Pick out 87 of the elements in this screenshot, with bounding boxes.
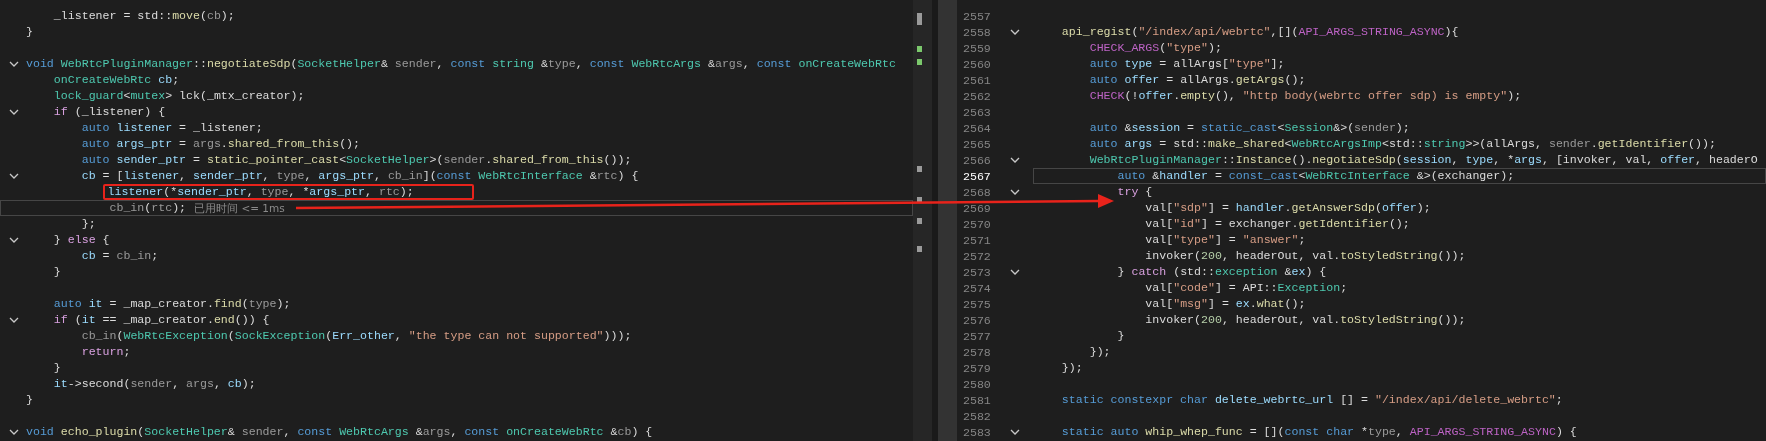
line-number: 2567 [962,169,992,183]
line-number: 2569 [962,201,992,215]
code-line: auto args_ptr = args.shared_from_this(); [81,138,361,150]
code-line: lock_guard<mutex> lck(_mtx_creator); [53,90,305,102]
fold-chevron-icon[interactable] [8,60,19,68]
line-number: 2579 [962,361,992,375]
code-line: } [1117,330,1125,342]
code-line: val["type"] = "answer"; [1145,234,1306,246]
code-line: val["sdp"] = handler.getAnswerSdp(offer); [1145,202,1431,214]
line-number: 2563 [962,105,992,119]
fold-chevron-icon[interactable] [1010,156,1020,164]
fold-chevron-icon[interactable] [8,108,19,116]
code-line: _listener = std::move(cb); [53,10,235,22]
fold-chevron-icon[interactable] [8,316,19,324]
code-line: } [53,266,61,278]
fold-chevron-icon[interactable] [1010,428,1020,436]
code-line: auto type = allArgs["type"]; [1089,58,1285,70]
code-line: auto it = _map_creator.find(type); [53,298,291,310]
code-line: val["id"] = exchanger.getIdentifier(); [1145,218,1410,230]
code-line: CHECK_ARGS("type"); [1089,42,1222,54]
line-number: 2558 [962,25,992,39]
code-line: api_regist("/index/api/webrtc",[](API_ARGS_STRING_ASYNC){ [1061,26,1459,38]
code-line: it->second(sender, args, cb); [53,378,256,390]
line-number: 2568 [962,185,992,199]
line-number: 2583 [962,425,992,439]
code-line: } [26,26,33,38]
fold-chevron-icon[interactable] [8,236,19,244]
line-number: 2580 [962,377,992,391]
line-number: 2581 [962,393,992,407]
code-line: invoker(200, headerOut, val.toStyledString()); [1145,250,1466,262]
code-line: return; [81,346,131,358]
scrollbar-markers[interactable] [913,0,932,441]
line-number: 2565 [962,137,992,151]
code-line: auto listener = _listener; [81,122,263,134]
line-number: 2557 [962,9,992,23]
code-line: } catch (std::exception &ex) { [1117,266,1327,278]
fold-chevron-icon[interactable] [8,172,19,180]
code-line: cb_in(WebRtcException(SockException(Err_other, "the type can not supported"))); [81,330,632,342]
fold-chevron-icon[interactable] [1010,188,1020,196]
line-number: 2575 [962,297,992,311]
line-number: 2561 [962,73,992,87]
code-line: static constexpr char delete_webrtc_url [] = "/index/api/delete_webrtc"; [1061,394,1563,406]
fold-chevron-icon[interactable] [1010,268,1020,276]
line-number: 2582 [962,409,992,423]
line-number: 2573 [962,265,992,279]
code-line: }); [1089,346,1111,358]
line-number: 2562 [962,89,992,103]
code-line: try { [1117,186,1153,198]
code-line: listener(*sender_ptr, type, *args_ptr, rtc); [107,186,414,198]
code-line: auto &handler = const_cast<WebRtcInterface &>(exchanger); [1117,170,1515,182]
code-line: cb_in(rtc); [109,202,187,214]
line-number: 2571 [962,233,992,247]
code-line: static auto whip_whep_func = [](const char *type, API_ARGS_STRING_ASYNC) { [1061,426,1577,438]
code-line: WebRtcPluginManager::Instance().negotiateSdp(session, type, *args, [invoker, val, offer, headerO [1089,154,1758,166]
code-line: auto sender_ptr = static_pointer_cast<SocketHelper>(sender.shared_from_this()); [81,154,632,166]
code-line: CHECK(!offer.empty(), "http body(webrtc offer sdp) is empty"); [1089,90,1522,102]
code-line: onCreateWebRtc cb; [53,74,180,86]
line-number: 2564 [962,121,992,135]
line-number: 2560 [962,57,992,71]
code-line: void echo_plugin(SocketHelper& sender, const WebRtcArgs &args, const onCreateWebRtc &cb) { [26,426,653,438]
code-line: void WebRtcPluginManager::negotiateSdp(SocketHelper& sender, const string &type, const WebRtcArgs &args, const onCreateWebRtc [26,58,896,70]
code-line: }); [1061,362,1083,374]
code-line: auto offer = allArgs.getArgs(); [1089,74,1306,86]
line-number: 2566 [962,153,992,167]
line-number: 2574 [962,281,992,295]
timing-hint: 已用时间 <= 1ms [194,202,285,214]
code-line: auto &session = static_cast<Session&>(sender); [1089,122,1410,134]
code-line: if (_listener) { [53,106,166,118]
code-line: val["msg"] = ex.what(); [1145,298,1306,310]
line-number: 2559 [962,41,992,55]
line-number: 2576 [962,313,992,327]
fold-chevron-icon[interactable] [1010,28,1020,36]
code-line: } [53,362,61,374]
code-line: auto args = std::make_shared<WebRtcArgsImp<std::string>>(allArgs, sender.getIdentifier()); [1089,138,1716,150]
line-number: 2577 [962,329,992,343]
code-line: }; [81,218,96,230]
line-number: 2572 [962,249,992,263]
code-line: } [26,394,33,406]
code-line: if (it == _map_creator.end()) { [53,314,270,326]
code-line: val["code"] = API::Exception; [1145,282,1348,294]
code-line: } else { [53,234,110,246]
line-number: 2578 [962,345,992,359]
code-line: cb = [listener, sender_ptr, type, args_ptr, cb_in](const WebRtcInterface &rtc) { [81,170,639,182]
code-line: cb = cb_in; [81,250,159,262]
line-number: 2570 [962,217,992,231]
fold-chevron-icon[interactable] [8,428,19,436]
code-line: invoker(200, headerOut, val.toStyledString()); [1145,314,1466,326]
